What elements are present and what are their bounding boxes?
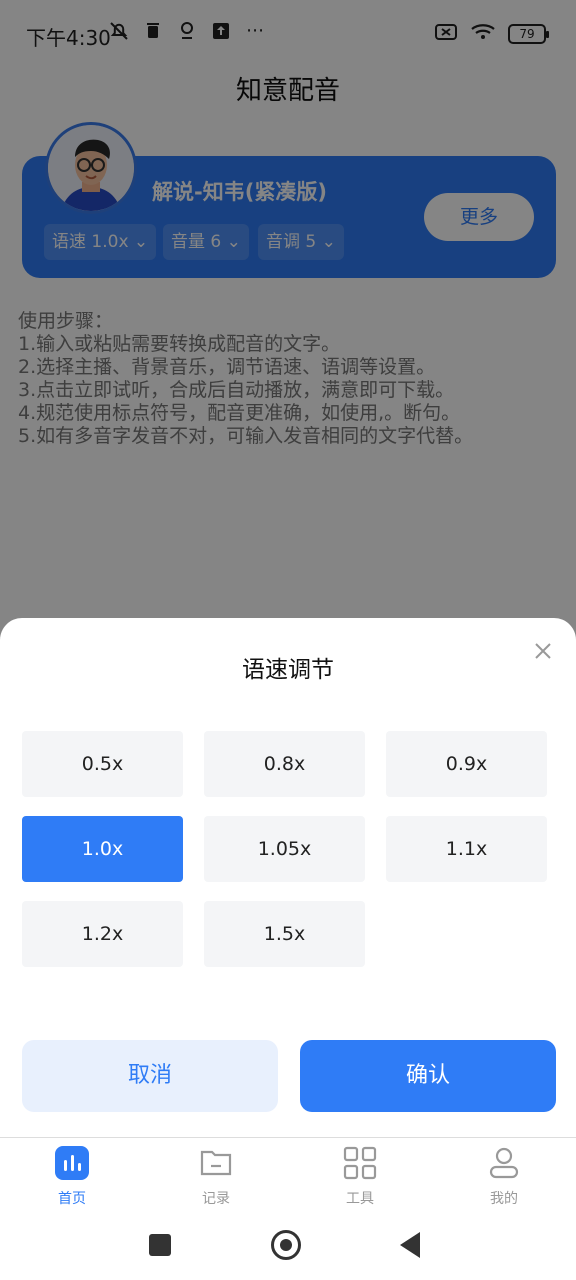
profile-icon bbox=[487, 1147, 521, 1184]
grid-icon bbox=[343, 1146, 377, 1184]
close-icon[interactable] bbox=[532, 640, 554, 662]
tab-label-records: 记录 bbox=[202, 1191, 230, 1207]
speed-option-1-1x[interactable]: 1.1x bbox=[386, 816, 547, 882]
speed-option-0-9x[interactable]: 0.9x bbox=[386, 731, 547, 797]
recent-apps-icon[interactable] bbox=[149, 1234, 171, 1256]
chart-icon bbox=[55, 1146, 89, 1184]
speed-option-1-5x[interactable]: 1.5x bbox=[204, 901, 365, 967]
cancel-button[interactable]: 取消 bbox=[22, 1040, 278, 1112]
speed-option-1-2x[interactable]: 1.2x bbox=[22, 901, 183, 967]
home-icon[interactable] bbox=[271, 1230, 301, 1260]
speed-option-1-0x[interactable]: 1.0x bbox=[22, 816, 183, 882]
sheet-title: 语速调节 bbox=[242, 657, 334, 683]
app-page: 下午4:30 ⋯ 79 知意配音 解说-知韦(紧凑版) 更多 语速 1.0x ⌄… bbox=[0, 0, 576, 1280]
speed-option-0-8x[interactable]: 0.8x bbox=[204, 731, 365, 797]
system-nav-bar bbox=[0, 1217, 576, 1280]
speed-option-0-5x[interactable]: 0.5x bbox=[22, 731, 183, 797]
tab-profile[interactable]: 我的 bbox=[432, 1146, 576, 1208]
tab-label-home: 首页 bbox=[58, 1191, 86, 1207]
tab-tools[interactable]: 工具 bbox=[288, 1146, 432, 1208]
bottom-tabbar: 首页 记录 工具 我的 bbox=[0, 1137, 576, 1217]
speed-option-1-05x[interactable]: 1.05x bbox=[204, 816, 365, 882]
tab-home[interactable]: 首页 bbox=[0, 1146, 144, 1208]
tab-records[interactable]: 记录 bbox=[144, 1146, 288, 1208]
folder-icon bbox=[199, 1150, 233, 1184]
back-icon[interactable] bbox=[400, 1232, 420, 1258]
confirm-button[interactable]: 确认 bbox=[300, 1040, 556, 1112]
tab-label-profile: 我的 bbox=[490, 1191, 518, 1207]
tab-label-tools: 工具 bbox=[346, 1191, 374, 1207]
